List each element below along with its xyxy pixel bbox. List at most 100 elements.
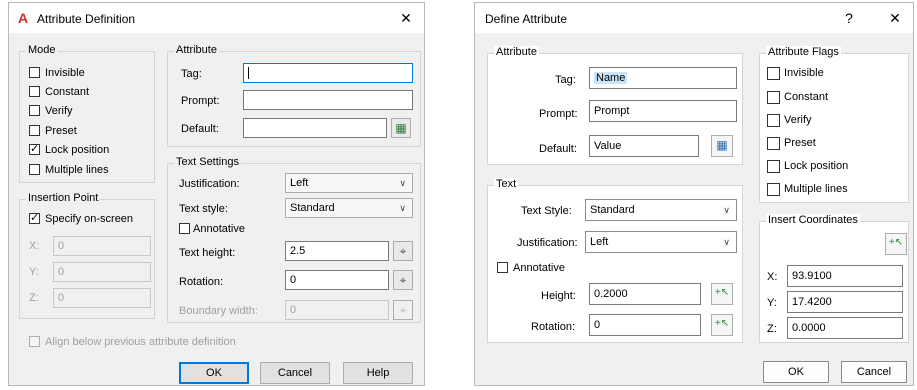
rotation-label: Rotation: xyxy=(531,321,576,333)
cancel-button[interactable]: Cancel xyxy=(841,361,907,383)
rotation-input[interactable]: 0 xyxy=(285,270,389,290)
text-cursor xyxy=(248,67,249,79)
lock-position-checkbox[interactable] xyxy=(767,160,780,173)
tag-input[interactable] xyxy=(243,63,413,83)
preset-label: Preset xyxy=(45,125,77,137)
chevron-down-icon: ∨ xyxy=(399,178,406,188)
pick-rotation-icon[interactable]: +↖ xyxy=(711,314,733,336)
cancel-button[interactable]: Cancel xyxy=(260,362,330,384)
x-input[interactable]: 93.9100 xyxy=(787,265,903,287)
insert-field-icon[interactable]: ▦ xyxy=(391,118,411,138)
attribute-group-label: Attribute xyxy=(494,46,539,58)
ok-button[interactable]: OK xyxy=(179,362,249,384)
pick-point-icon[interactable]: +↖ xyxy=(885,233,907,255)
verify-checkbox[interactable] xyxy=(767,114,780,127)
text-group-label: Text xyxy=(494,178,519,190)
text-style-select[interactable]: Standard ∨ xyxy=(285,198,413,218)
text-style-label: Text style: xyxy=(179,203,228,215)
align-below-label: Align below previous attribute definitio… xyxy=(45,336,236,348)
verify-checkbox[interactable] xyxy=(29,105,40,116)
tag-label: Tag: xyxy=(181,68,202,80)
height-label: Height: xyxy=(541,290,576,302)
annotative-label: Annotative xyxy=(193,223,245,235)
preset-checkbox[interactable] xyxy=(767,137,780,150)
multiple-lines-label: Multiple lines xyxy=(784,183,848,195)
default-label: Default: xyxy=(181,123,219,135)
chevron-down-icon: ∨ xyxy=(723,237,730,247)
boundary-width-label: Boundary width: xyxy=(179,305,258,317)
lock-position-label: Lock position xyxy=(45,144,110,156)
prompt-input[interactable]: Prompt xyxy=(589,100,737,122)
title-bar: A Attribute Definition ✕ xyxy=(9,3,424,33)
constant-label: Constant xyxy=(784,91,829,103)
z-label: Z: xyxy=(29,292,39,304)
chevron-down-icon: ∨ xyxy=(723,205,730,215)
rotation-label: Rotation: xyxy=(179,276,224,288)
attribute-flags-label: Attribute Flags xyxy=(766,46,841,58)
default-input[interactable] xyxy=(243,118,387,138)
preset-label: Preset xyxy=(784,137,816,149)
y-input[interactable]: 0 xyxy=(53,262,151,282)
align-below-checkbox[interactable] xyxy=(29,336,40,347)
justification-select[interactable]: Left ∨ xyxy=(585,231,737,253)
ok-button[interactable]: OK xyxy=(763,361,829,383)
justification-label: Justification: xyxy=(179,178,240,190)
pick-height-icon[interactable]: +↖ xyxy=(711,283,733,305)
insertion-point-label: Insertion Point xyxy=(26,192,101,204)
text-style-select[interactable]: Standard ∨ xyxy=(585,199,737,221)
y-input[interactable]: 17.4200 xyxy=(787,291,903,313)
invisible-checkbox[interactable] xyxy=(29,67,40,78)
autocad-logo-icon: A xyxy=(18,10,29,26)
justification-select[interactable]: Left ∨ xyxy=(285,173,413,193)
insert-field-icon[interactable]: ▦ xyxy=(711,135,733,157)
invisible-label: Invisible xyxy=(784,67,824,79)
text-height-input[interactable]: 2.5 xyxy=(285,241,389,261)
multiple-lines-checkbox[interactable] xyxy=(767,183,780,196)
z-label: Z: xyxy=(767,323,777,335)
dialog-title: Attribute Definition xyxy=(37,12,136,26)
constant-checkbox[interactable] xyxy=(29,86,40,97)
constant-checkbox[interactable] xyxy=(767,91,780,104)
dialog-title: Define Attribute xyxy=(485,12,568,26)
preset-checkbox[interactable] xyxy=(29,125,40,136)
lock-position-label: Lock position xyxy=(784,160,849,172)
multiple-lines-label: Multiple lines xyxy=(45,164,109,176)
height-input[interactable]: 0.2000 xyxy=(589,283,701,305)
text-height-label: Text height: xyxy=(179,247,236,259)
z-input[interactable]: 0 xyxy=(53,288,151,308)
help-button[interactable]: Help xyxy=(343,362,413,384)
pick-rotation-icon[interactable]: ⌖ xyxy=(393,270,413,290)
x-input[interactable]: 0 xyxy=(53,236,151,256)
attribute-definition-dialog: A Attribute Definition ✕ Mode Invisible … xyxy=(8,2,425,386)
rotation-input[interactable]: 0 xyxy=(589,314,701,336)
prompt-label: Prompt: xyxy=(539,108,578,120)
close-icon[interactable]: ✕ xyxy=(883,8,907,28)
multiple-lines-checkbox[interactable] xyxy=(29,164,40,175)
lock-position-checkbox[interactable] xyxy=(29,142,40,155)
mode-group-label: Mode xyxy=(26,44,58,56)
text-settings-label: Text Settings xyxy=(174,156,241,168)
text-style-label: Text Style: xyxy=(521,205,572,217)
prompt-input[interactable] xyxy=(243,90,413,110)
specify-on-screen-checkbox[interactable] xyxy=(29,211,40,224)
specify-on-screen-label: Specify on-screen xyxy=(45,213,134,225)
help-icon[interactable]: ? xyxy=(837,8,861,28)
constant-label: Constant xyxy=(45,86,90,98)
annotative-checkbox[interactable] xyxy=(497,262,508,273)
invisible-checkbox[interactable] xyxy=(767,67,780,80)
x-label: X: xyxy=(29,240,40,252)
tag-input[interactable]: Name xyxy=(589,67,737,89)
pick-boundary-icon[interactable]: ⌖ xyxy=(393,300,413,320)
boundary-width-input[interactable]: 0 xyxy=(285,300,389,320)
y-label: Y: xyxy=(29,266,39,278)
default-input[interactable]: Value xyxy=(589,135,699,157)
invisible-label: Invisible xyxy=(45,67,85,79)
pick-height-icon[interactable]: ⌖ xyxy=(393,241,413,261)
tag-label: Tag: xyxy=(555,74,576,86)
annotative-checkbox[interactable] xyxy=(179,223,190,234)
default-label: Default: xyxy=(539,143,577,155)
z-input[interactable]: 0.0000 xyxy=(787,317,903,339)
prompt-label: Prompt: xyxy=(181,95,220,107)
x-label: X: xyxy=(767,271,778,283)
close-icon[interactable]: ✕ xyxy=(394,8,418,28)
